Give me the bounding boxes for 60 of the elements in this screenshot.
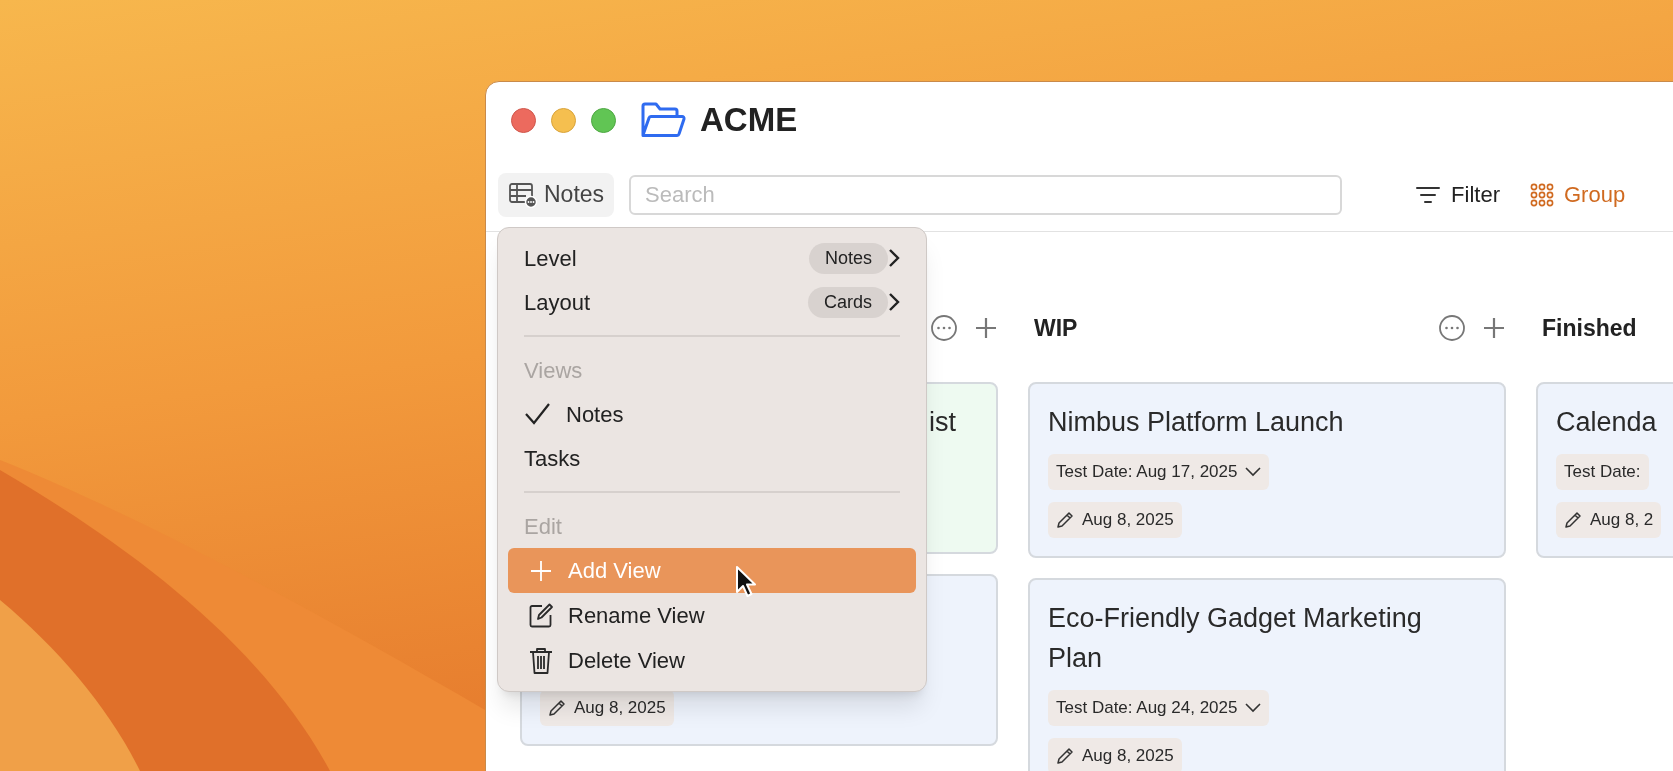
filter-icon — [1415, 185, 1442, 204]
column-title: WIP — [1033, 313, 1078, 343]
test-date-chip[interactable]: Test Date: — [1556, 454, 1649, 490]
filter-button[interactable]: Filter — [1415, 178, 1500, 211]
group-button[interactable]: Group — [1530, 178, 1626, 211]
note-card[interactable]: Calenda Test Date: Aug 8, 2 — [1536, 382, 1673, 558]
chevron-down-icon — [1245, 467, 1262, 477]
test-date-label: Test Date: — [1564, 461, 1641, 484]
note-card[interactable]: Nimbus Platform Launch Test Date: Aug 17, 2025 Aug 8, 2025 — [1028, 382, 1506, 558]
pencil-icon — [1056, 511, 1074, 529]
pencil-icon — [548, 699, 566, 717]
card-title: Nimbus Platform Launch — [1048, 406, 1345, 439]
section-header: Edit — [523, 512, 563, 541]
edited-date: Aug 8, 2 — [1590, 509, 1654, 532]
edited-date: Aug 8, 2025 — [1082, 509, 1174, 532]
plus-icon[interactable] — [1482, 316, 1506, 340]
test-date-label: Test Date: Aug 17, 2025 — [1056, 461, 1238, 484]
pencil-icon — [1564, 511, 1582, 529]
menu-item[interactable]: Notes — [508, 392, 916, 436]
trash-icon — [529, 646, 553, 675]
more-icon[interactable] — [930, 314, 958, 342]
close-button[interactable] — [511, 107, 536, 133]
menu-item[interactable]: Level Notes — [508, 236, 916, 280]
pencil-icon — [1056, 747, 1074, 765]
dot-grid-icon — [1530, 182, 1554, 207]
search-field[interactable]: Search — [629, 174, 1343, 215]
menu-item[interactable]: Layout Cards — [508, 280, 916, 324]
menu-item[interactable]: Tasks — [508, 436, 916, 480]
plus-icon — [530, 559, 552, 582]
edited-date-chip[interactable]: Aug 8, 2 — [1556, 502, 1662, 538]
mouse-cursor-icon — [735, 565, 759, 599]
view-button[interactable]: Notes — [498, 172, 615, 217]
chevron-right-icon — [888, 248, 900, 268]
column-title: Finished — [1541, 313, 1637, 343]
edited-date-chip[interactable]: Aug 8, 2025 — [540, 690, 674, 726]
plus-icon[interactable] — [974, 316, 998, 340]
edit-icon — [528, 602, 554, 629]
chevron-right-icon — [888, 292, 900, 312]
chevron-down-icon — [1245, 703, 1262, 713]
folder-icon — [640, 101, 686, 139]
edited-date-chip[interactable]: Aug 8, 2025 — [1048, 738, 1182, 771]
value-badge: Cards — [808, 286, 888, 318]
value-badge: Notes — [808, 242, 888, 274]
menu-item[interactable]: Delete View — [508, 638, 916, 683]
more-icon[interactable] — [1438, 314, 1466, 342]
edited-date: Aug 8, 2025 — [1082, 745, 1174, 768]
card-title: Calenda — [1556, 406, 1658, 439]
window-title: ACME — [700, 100, 798, 141]
menu-item[interactable]: Rename View — [508, 593, 916, 638]
card-title: ist — [929, 406, 956, 439]
edited-date: Aug 8, 2025 — [574, 697, 666, 720]
test-date-label: Test Date: Aug 24, 2025 — [1056, 697, 1238, 720]
test-date-chip[interactable]: Test Date: Aug 17, 2025 — [1048, 454, 1270, 490]
table-icon — [508, 181, 538, 208]
card-title: Eco-Friendly Gadget Marketing Plan — [1048, 602, 1423, 675]
maximize-button[interactable] — [591, 107, 616, 133]
test-date-chip[interactable]: Test Date: Aug 24, 2025 — [1048, 690, 1270, 726]
section-header: Views — [523, 356, 584, 385]
edited-date-chip[interactable]: Aug 8, 2025 — [1048, 502, 1182, 538]
note-card[interactable]: Eco-Friendly Gadget Marketing Plan Test Date: Aug 24, 2025 Aug 8, 2025 — [1028, 578, 1506, 771]
